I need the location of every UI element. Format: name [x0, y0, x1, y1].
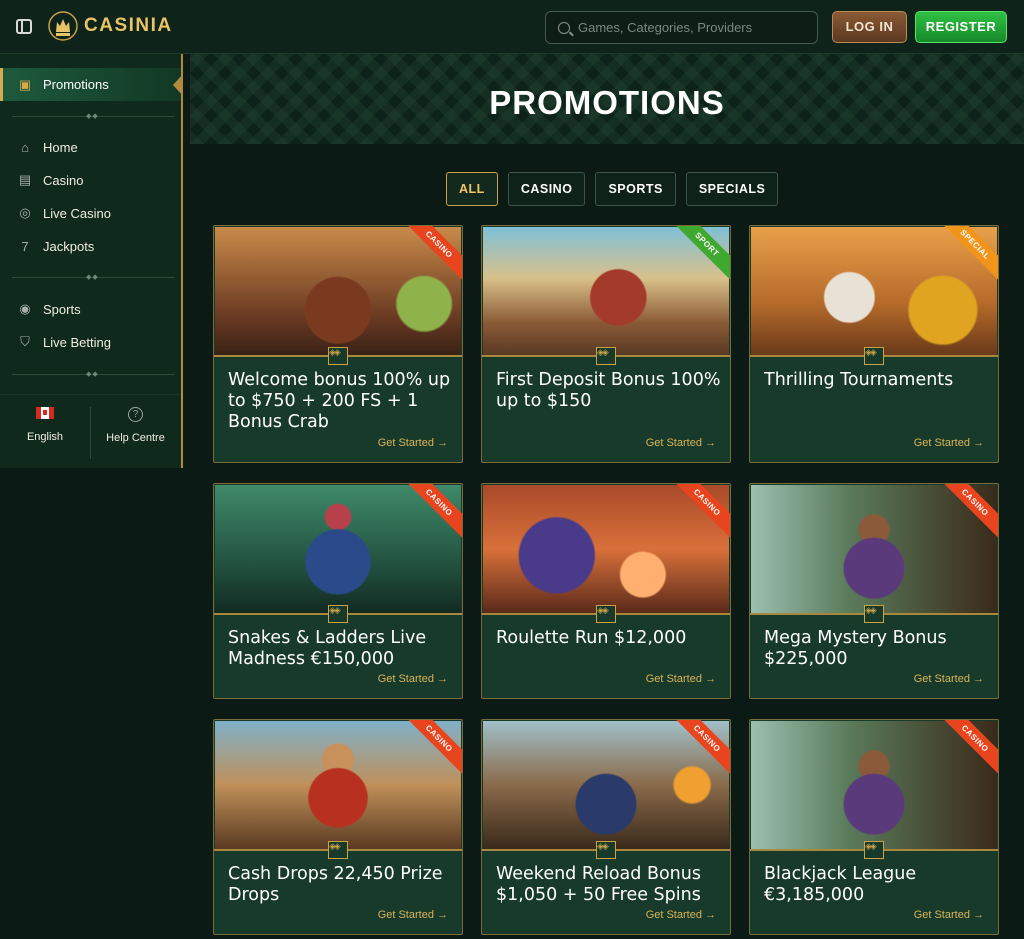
get-started-link[interactable]: Get Started →: [646, 909, 716, 921]
sidebar: ▣ Promotions ◆◆ ⌂ Home ▤ Casino ◎ Live C…: [0, 54, 183, 468]
top-header: CASINIA LOG IN REGISTER: [0, 0, 1024, 54]
chest-icon: ▣: [18, 76, 32, 92]
tab-all[interactable]: ALL: [446, 172, 498, 206]
promo-card[interactable]: CASINO Weekend Reload Bonus $1,050 + 50 …: [481, 719, 731, 935]
get-started-link[interactable]: Get Started →: [378, 437, 448, 449]
sidebar-item-home[interactable]: ⌂ Home: [0, 132, 181, 162]
page-title: PROMOTIONS: [489, 84, 725, 121]
brand-logo[interactable]: CASINIA: [48, 10, 173, 42]
sidebar-toggle-icon[interactable]: [16, 19, 32, 34]
get-started-link[interactable]: Get Started →: [914, 909, 984, 921]
promo-title: Mega Mystery Bonus $225,000: [764, 628, 947, 669]
promo-card[interactable]: CASINO Roulette Run $12,000 Get Started …: [481, 483, 731, 699]
canada-flag-icon: [36, 407, 54, 419]
tab-casino[interactable]: CASINO: [507, 172, 586, 206]
promo-card[interactable]: CASINO Mega Mystery Bonus $225,000 Get S…: [749, 483, 999, 699]
sidebar-divider: ◆◆: [12, 274, 174, 281]
promo-image: [483, 485, 729, 613]
sidebar-item-live-betting[interactable]: ⛉ Live Betting: [0, 327, 181, 357]
promo-image: [751, 485, 997, 613]
knot-icon: [864, 347, 884, 365]
promo-title: Cash Drops 22,450 Prize Drops: [228, 864, 443, 905]
search-icon: [558, 21, 570, 34]
brand-name: CASINIA: [84, 15, 173, 36]
get-started-link[interactable]: Get Started →: [378, 673, 448, 685]
promo-title: First Deposit Bonus 100% up to $150: [496, 370, 721, 411]
question-icon: ?: [128, 407, 143, 422]
get-started-link[interactable]: Get Started →: [378, 909, 448, 921]
sidebar-item-label: Promotions: [43, 77, 109, 92]
sidebar-item-label: Home: [43, 139, 78, 155]
get-started-link[interactable]: Get Started →: [914, 437, 984, 449]
promo-card[interactable]: CASINO Welcome bonus 100% up to $750 + 2…: [213, 225, 463, 463]
promo-card[interactable]: SPECIAL Thrilling Tournaments Get Starte…: [749, 225, 999, 463]
knot-icon: [864, 605, 884, 623]
promo-tabs: ALL CASINO SPORTS SPECIALS: [446, 172, 779, 206]
knot-icon: [328, 841, 348, 859]
promo-card[interactable]: CASINO Blackjack League €3,185,000 Get S…: [749, 719, 999, 935]
promo-title: Snakes & Ladders Live Madness €150,000: [228, 628, 427, 669]
tab-sports[interactable]: SPORTS: [595, 172, 676, 206]
sidebar-item-label: Live Betting: [43, 334, 111, 350]
get-started-link[interactable]: Get Started →: [914, 673, 984, 685]
promo-image: [215, 485, 461, 613]
promo-title: Blackjack League €3,185,000: [764, 864, 917, 905]
shield-icon: ⛉: [20, 334, 30, 349]
promo-title: Weekend Reload Bonus $1,050 + 50 Free Sp…: [496, 864, 701, 905]
promo-card[interactable]: SPORT First Deposit Bonus 100% up to $15…: [481, 225, 731, 463]
promo-image: [751, 721, 997, 849]
chip-icon: ◎: [19, 205, 31, 220]
language-selector[interactable]: English: [0, 407, 90, 443]
sidebar-item-label: Jackpots: [43, 238, 95, 254]
language-label: English: [26, 431, 64, 443]
sidebar-item-label: Casino: [43, 172, 84, 188]
knot-icon: [328, 605, 348, 623]
sidebar-item-promotions[interactable]: ▣ Promotions: [0, 68, 183, 101]
sidebar-item-label: Live Casino: [43, 205, 111, 221]
sidebar-item-label: Sports: [43, 301, 81, 317]
promo-image: [751, 227, 997, 355]
register-button[interactable]: REGISTER: [915, 11, 1007, 43]
search-box[interactable]: [545, 11, 818, 44]
promo-image: [215, 227, 461, 355]
sidebar-divider: ◆◆: [12, 371, 174, 378]
treasure-icon: ▤: [18, 172, 32, 187]
promo-image: [483, 721, 729, 849]
promo-title: Thrilling Tournaments: [764, 370, 954, 390]
sidebar-item-jackpots[interactable]: 7 Jackpots: [0, 231, 181, 261]
tab-specials[interactable]: SPECIALS: [685, 172, 779, 206]
help-label: Help Centre: [106, 432, 165, 444]
sidebar-item-live-casino[interactable]: ◎ Live Casino: [0, 198, 181, 228]
crown-icon: [48, 10, 78, 42]
seven-icon: 7: [21, 238, 29, 254]
promo-card[interactable]: CASINO Cash Drops 22,450 Prize Drops Get…: [213, 719, 463, 935]
castle-icon: ⌂: [21, 139, 29, 155]
promo-image: [483, 227, 729, 355]
get-started-link[interactable]: Get Started →: [646, 673, 716, 685]
active-indicator: [173, 74, 183, 96]
sidebar-divider: ◆◆: [12, 113, 174, 120]
sidebar-item-sports[interactable]: ◉ Sports: [0, 294, 181, 324]
get-started-link[interactable]: Get Started →: [646, 437, 716, 449]
help-centre-link[interactable]: ? Help Centre: [90, 407, 180, 459]
promo-image: [215, 721, 461, 849]
ball-icon: ◉: [19, 301, 31, 316]
sidebar-footer: English ? Help Centre: [0, 394, 181, 468]
login-button[interactable]: LOG IN: [832, 11, 907, 43]
knot-icon: [596, 841, 616, 859]
promo-title: Roulette Run $12,000: [496, 628, 687, 648]
knot-icon: [328, 347, 348, 365]
knot-icon: [864, 841, 884, 859]
knot-icon: [596, 347, 616, 365]
search-input[interactable]: [578, 20, 808, 35]
knot-icon: [596, 605, 616, 623]
promo-title: Welcome bonus 100% up to $750 + 200 FS +…: [228, 370, 451, 432]
sidebar-item-casino[interactable]: ▤ Casino: [0, 165, 181, 195]
promo-card[interactable]: CASINO Snakes & Ladders Live Madness €15…: [213, 483, 463, 699]
